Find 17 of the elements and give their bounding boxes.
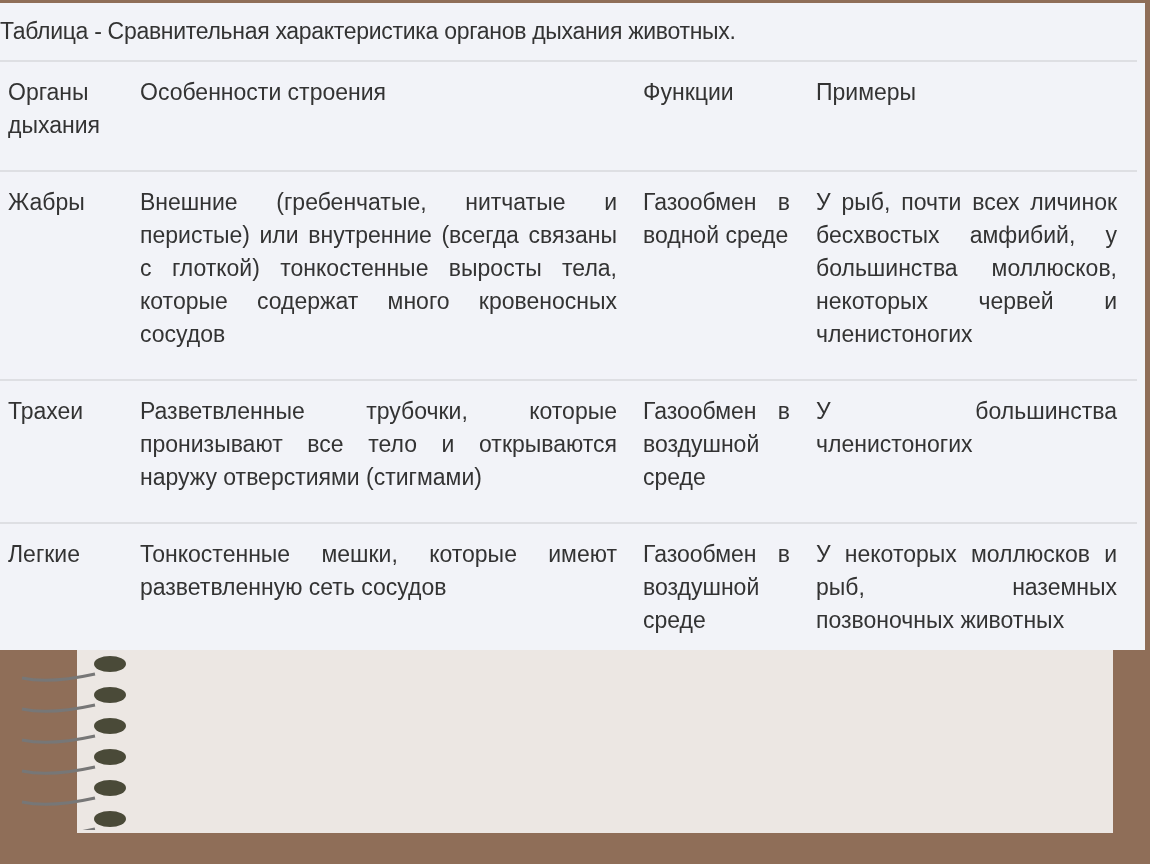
table-cell-text: Газообмен в воздушной среде — [643, 397, 790, 492]
table-cell-text: У рыб, почти всех личинок бесхвостых амфибий, у большинства моллюсков, некоторых червей и членистоногих — [816, 188, 1117, 349]
table-cell-text: Легкие — [8, 540, 81, 569]
column-header: Особенности строения — [140, 79, 387, 105]
table-cell-text: У большинства членистоногих — [816, 397, 1117, 459]
table-cell-text: Жабры — [8, 188, 86, 217]
table-cell-text: Разветвленные трубочки, которые пронизывают все тело и открываются наружу отверстиями (стигмами) — [140, 397, 617, 492]
column-header: Функции — [643, 79, 734, 105]
table-cell-text: Внешние (гребенчатые, нитчатые и перистые) или внутренние (всегда связаны с глоткой) тонкостенные выросты тела, которые содержат много кровеносных сосудов — [140, 188, 617, 349]
table-cell-text: У некоторых моллюсков и рыб, наземных позвоночных животных — [816, 540, 1117, 635]
table-cell-text: Тонкостенные мешки, которые имеют разветвленную сеть сосудов — [140, 540, 617, 602]
column-header: Органы дыхания — [8, 79, 100, 138]
table-cell-text: Газообмен в воздушной среде — [643, 540, 790, 635]
table-cell-text: Трахеи — [8, 397, 85, 426]
table-cell-text: Газообмен в водной среде — [643, 188, 790, 250]
table-caption: Таблица - Сравнительная характеристика органов дыхания животных. — [0, 17, 736, 47]
column-header: Примеры — [816, 79, 917, 105]
